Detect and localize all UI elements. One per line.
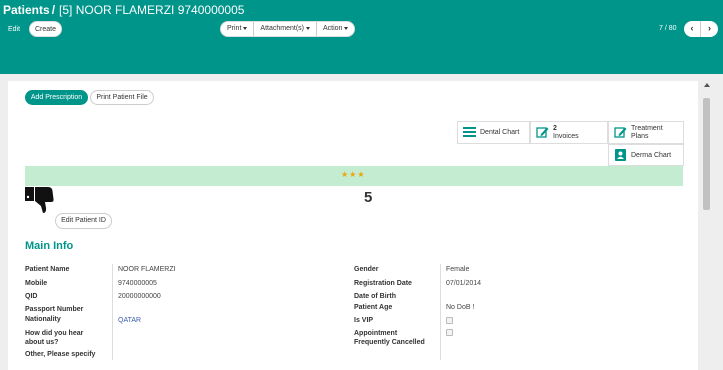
is-vip-checkbox[interactable] xyxy=(446,317,453,324)
print-dropdown[interactable]: Print xyxy=(221,22,255,36)
star-rating[interactable]: ★★★ xyxy=(341,170,366,179)
nationality-label: Nationality xyxy=(25,316,61,323)
patient-age-label: Patient Age xyxy=(354,304,393,311)
chevron-left-icon: ‹ xyxy=(690,23,694,33)
action-dropdown-label: Action xyxy=(322,25,343,32)
edit-patient-id-button[interactable]: Edit Patient ID xyxy=(55,213,112,229)
field-divider xyxy=(440,264,441,360)
action-dropdown[interactable]: Action xyxy=(317,22,354,36)
treatment-plans-text: Treatment Plans xyxy=(631,125,663,141)
user-card-icon xyxy=(615,149,626,161)
edit-button[interactable]: Edit xyxy=(3,22,25,37)
caret-down-icon xyxy=(305,26,310,30)
pager-value[interactable]: 7 / 80 xyxy=(659,25,677,32)
breadcrumb-root[interactable]: Patients xyxy=(3,3,50,17)
chevron-right-icon: › xyxy=(708,23,711,33)
field-divider xyxy=(112,264,113,360)
gender-label: Gender xyxy=(354,266,379,273)
nationality-link[interactable]: QATAR xyxy=(118,316,141,325)
rating-score: 5 xyxy=(364,189,373,206)
dental-chart-label: Dental Chart xyxy=(480,129,520,136)
print-dropdown-label: Print xyxy=(227,25,242,32)
registration-date-label: Registration Date xyxy=(354,280,412,287)
qid-value: 20000000000 xyxy=(118,293,161,300)
list-icon xyxy=(463,127,476,137)
appointment-cancelled-label: Appointment Frequently Cancelled xyxy=(354,329,425,347)
caret-down-icon xyxy=(344,26,349,30)
passport-number-label: Passport Number xyxy=(25,306,84,313)
invoices-button[interactable]: 2 Invoices xyxy=(530,121,608,144)
breadcrumb-current: [5] NOOR FLAMERZI 9740000005 xyxy=(59,3,245,17)
appointment-cancelled-checkbox[interactable] xyxy=(446,329,453,336)
how-did-you-hear-label: How did you hear about us? xyxy=(25,329,83,347)
thumbs-down-icon[interactable] xyxy=(24,186,57,214)
invoices-text: 2 Invoices xyxy=(553,125,579,141)
caret-down-icon xyxy=(243,26,248,30)
edit-icon xyxy=(536,127,549,138)
dental-chart-button[interactable]: Dental Chart xyxy=(457,121,530,144)
how-did-you-hear-line1: How did you hear xyxy=(25,330,84,337)
is-vip-label: Is VIP xyxy=(354,317,374,324)
patient-name-value: NOOR FLAMERZI xyxy=(118,266,176,273)
other-specify-label: Other, Please specify xyxy=(25,351,96,358)
sidebar-dropdowns: Print Attachment(s) Action xyxy=(220,21,356,37)
patient-age-value: No DoB ! xyxy=(446,304,475,311)
patient-name-label: Patient Name xyxy=(25,266,70,273)
print-patient-file-button[interactable]: Print Patient File xyxy=(90,90,154,105)
pager-previous-button[interactable]: ‹ xyxy=(684,21,701,37)
qid-label: QID xyxy=(25,293,38,300)
appointment-cancelled-line1: Appointment xyxy=(354,330,398,337)
attachments-dropdown-label: Attachment(s) xyxy=(260,25,304,32)
invoices-count: 2 xyxy=(553,125,557,132)
mobile-value: 9740000005 xyxy=(118,280,157,287)
invoices-label: Invoices xyxy=(553,133,579,140)
derma-chart-label: Derma Chart xyxy=(631,152,672,159)
add-prescription-button[interactable]: Add Prescription xyxy=(25,90,88,105)
derma-chart-button[interactable]: Derma Chart xyxy=(608,144,684,166)
create-button[interactable]: Create xyxy=(29,21,62,37)
registration-date-value: 07/01/2014 xyxy=(446,280,482,287)
gender-value: Female xyxy=(446,266,470,273)
mobile-label: Mobile xyxy=(25,280,48,287)
attachments-dropdown[interactable]: Attachment(s) xyxy=(254,22,317,36)
how-did-you-hear-line2: about us? xyxy=(25,339,59,346)
treatment-plans-button[interactable]: Treatment Plans xyxy=(608,121,684,144)
treatment-plans-line1: Treatment xyxy=(631,125,663,132)
main-info-title: Main Info xyxy=(25,240,74,252)
scroll-up-arrow-icon[interactable] xyxy=(704,83,710,87)
breadcrumb: Patients / [5] NOOR FLAMERZI 9740000005 xyxy=(3,3,244,17)
appointment-cancelled-line2: Frequently Cancelled xyxy=(354,339,425,346)
edit-icon xyxy=(614,127,627,138)
date-of-birth-label: Date of Birth xyxy=(354,293,396,300)
treatment-plans-line2: Plans xyxy=(631,133,649,140)
breadcrumb-separator: / xyxy=(51,3,56,17)
scrollbar-thumb[interactable] xyxy=(703,98,710,210)
pager-next-button[interactable]: › xyxy=(701,21,718,37)
